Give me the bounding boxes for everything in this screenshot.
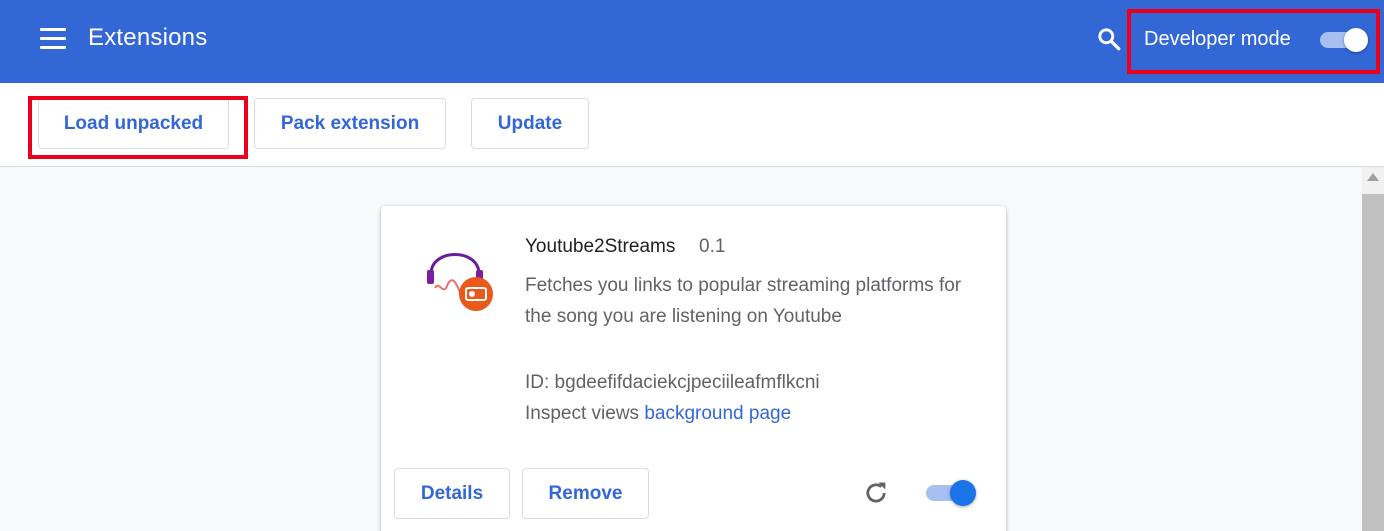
search-icon[interactable] [1096,26,1122,52]
toolbar: Load unpacked Pack extension Update [0,83,1384,167]
extension-version: 0.1 [699,236,726,257]
extension-name: Youtube2Streams [525,236,676,257]
scroll-up-arrow-icon[interactable] [1367,173,1379,181]
details-button[interactable]: Details [394,468,510,519]
extension-description: Fetches you links to popular streaming p… [525,275,962,327]
inspect-views-label: Inspect views [525,403,640,424]
load-unpacked-highlight [28,96,248,159]
background-page-link[interactable]: background page [644,403,791,424]
pack-extension-button[interactable]: Pack extension [254,98,446,149]
top-bar: Extensions Developer mode [0,0,1384,83]
extension-id: ID: bgdeefifdaciekcjpeciileafmflkcni [525,372,820,393]
extension-enable-toggle[interactable] [926,480,976,506]
inspect-views: Inspect views background page [525,403,791,425]
scroll-thumb[interactable] [1362,194,1384,531]
developer-mode-label: Developer mode [1144,28,1291,50]
page-title: Extensions [88,24,208,51]
hamburger-menu-icon[interactable] [40,28,66,50]
extension-card: Youtube2Streams 0.1 Fetches you links to… [381,206,1006,531]
update-button[interactable]: Update [471,98,589,149]
extension-logo-icon [427,253,493,311]
reload-icon[interactable] [862,479,890,507]
scrollbar[interactable] [1362,167,1384,531]
developer-mode-toggle[interactable] [1320,28,1368,52]
remove-button[interactable]: Remove [522,468,649,519]
